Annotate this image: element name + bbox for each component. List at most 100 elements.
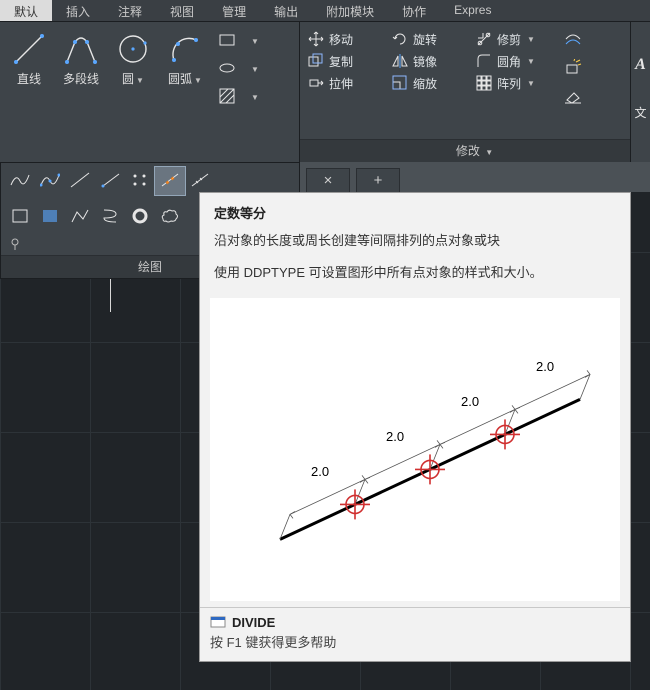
tab-view[interactable]: 视图: [156, 0, 208, 21]
panel-annotation-edge: A 文: [630, 22, 650, 162]
region-icon: [10, 207, 30, 228]
file-tab-close[interactable]: ×: [306, 168, 350, 192]
move-icon: [307, 30, 325, 48]
tab-addins[interactable]: 附加模块: [312, 0, 388, 21]
ellipse-dropdown[interactable]: ▼: [248, 56, 260, 82]
donut-button[interactable]: [125, 203, 155, 231]
tooltip-desc-1: 沿对象的长度或周长创建等间隔排列的点对象或块: [214, 230, 616, 252]
measure-button[interactable]: [185, 167, 215, 195]
line-icon: [12, 32, 46, 66]
tab-express[interactable]: Expres: [440, 0, 505, 21]
hatch-dropdown[interactable]: ▼: [248, 84, 260, 110]
xline-button[interactable]: [65, 167, 95, 195]
revcloud-icon: [160, 207, 180, 228]
arc-icon: [168, 32, 202, 66]
panel-modify-title[interactable]: 修改 ▼: [300, 139, 649, 162]
file-tab-new[interactable]: +: [356, 168, 400, 192]
spline-icon: [10, 171, 30, 192]
tooltip-illustration: 2.0 2.0 2.0 2.0: [210, 298, 620, 601]
mirror-button[interactable]: 镜像: [390, 52, 462, 70]
array-button[interactable]: 阵列▼: [474, 74, 546, 92]
tab-output[interactable]: 输出: [260, 0, 312, 21]
mirror-icon: [391, 52, 409, 70]
hatch-button[interactable]: [214, 84, 240, 110]
tooltip-desc-2: 使用 DDPTYPE 可设置图形中所有点对象的样式和大小。: [214, 262, 616, 284]
tooltip-help: 按 F1 键获得更多帮助: [210, 630, 620, 651]
seg-val-2: 2.0: [385, 429, 405, 444]
3dpolyline-icon: [70, 207, 90, 228]
offset-icon: [564, 31, 582, 52]
close-icon: ×: [324, 172, 333, 189]
arc-button[interactable]: 圆弧▼: [162, 26, 208, 158]
tab-collab[interactable]: 协作: [388, 0, 440, 21]
tab-insert[interactable]: 插入: [52, 0, 104, 21]
revcloud-button[interactable]: [155, 203, 185, 231]
chevron-down-icon: ▼: [485, 148, 493, 157]
region-button[interactable]: [5, 203, 35, 231]
stretch-button[interactable]: 拉伸: [306, 74, 378, 92]
copy-button[interactable]: 复制: [306, 52, 378, 70]
document-tabs: × +: [300, 162, 650, 192]
panel-modify: 移动 旋转 修剪▼ 复制 镜像 圆角▼ 拉伸 缩放 阵列▼: [300, 22, 650, 162]
polyline-button[interactable]: 多段线: [58, 26, 104, 158]
tab-default[interactable]: 默认: [0, 0, 52, 21]
tooltip-footer: DIVIDE 按 F1 键获得更多帮助: [200, 607, 630, 661]
spline-cv-button[interactable]: [35, 167, 65, 195]
xline-icon: [70, 171, 90, 192]
offset-button[interactable]: [560, 28, 586, 54]
chevron-down-icon: ▼: [251, 93, 259, 102]
seg-val-3: 2.0: [460, 394, 480, 409]
plus-icon: +: [374, 172, 383, 189]
tab-manage[interactable]: 管理: [208, 0, 260, 21]
erase-button[interactable]: [560, 84, 586, 110]
ellipse-icon: [218, 59, 236, 80]
divide-button[interactable]: [155, 167, 185, 195]
stretch-icon: [307, 74, 325, 92]
seg-val-1: 2.0: [310, 464, 330, 479]
pin-icon: [8, 237, 22, 254]
ribbon-area: 直线 多段线 圆▼ 圆弧▼: [0, 22, 650, 162]
text-label: 文: [634, 104, 646, 121]
scale-button[interactable]: 缩放: [390, 74, 462, 92]
polyline-icon: [64, 32, 98, 66]
pin-button[interactable]: [4, 236, 26, 254]
chevron-down-icon: ▼: [527, 35, 535, 44]
divide-icon: [160, 171, 180, 192]
multipoint-button[interactable]: [125, 167, 155, 195]
line-button[interactable]: 直线: [6, 26, 52, 158]
circle-label: 圆▼: [122, 70, 144, 87]
rectangle-dropdown[interactable]: ▼: [248, 28, 260, 54]
explode-button[interactable]: [560, 56, 586, 82]
spline-fit-button[interactable]: [5, 167, 35, 195]
wipeout-icon: [40, 207, 60, 228]
chevron-down-icon: ▼: [251, 37, 259, 46]
rectangle-button[interactable]: [214, 28, 240, 54]
chevron-down-icon: ▼: [194, 76, 202, 85]
fillet-button[interactable]: 圆角▼: [474, 52, 546, 70]
wipeout-button[interactable]: [35, 203, 65, 231]
spline-cv-icon: [40, 171, 60, 192]
move-button[interactable]: 移动: [306, 30, 378, 48]
ellipse-button[interactable]: [214, 56, 240, 82]
erase-icon: [564, 87, 582, 108]
text-icon[interactable]: A: [635, 56, 646, 74]
tooltip-title: 定数等分: [200, 193, 630, 226]
rotate-button[interactable]: 旋转: [390, 30, 462, 48]
ray-icon: [100, 171, 120, 192]
3dpolyline-button[interactable]: [65, 203, 95, 231]
copy-icon: [307, 52, 325, 70]
tooltip-divide: 定数等分 沿对象的长度或周长创建等间隔排列的点对象或块 使用 DDPTYPE 可…: [199, 192, 631, 662]
chevron-down-icon: ▼: [251, 65, 259, 74]
helix-button[interactable]: [95, 203, 125, 231]
fillet-icon: [475, 52, 493, 70]
points-icon: [130, 171, 150, 192]
circle-button[interactable]: 圆▼: [110, 26, 156, 158]
chevron-down-icon: ▼: [527, 79, 535, 88]
ribbon-tabs: 默认 插入 注释 视图 管理 输出 附加模块 协作 Expres: [0, 0, 650, 22]
array-icon: [475, 74, 493, 92]
circle-icon: [116, 32, 150, 66]
tab-annotate[interactable]: 注释: [104, 0, 156, 21]
trim-button[interactable]: 修剪▼: [474, 30, 546, 48]
ray-button[interactable]: [95, 167, 125, 195]
polyline-label: 多段线: [63, 70, 99, 87]
